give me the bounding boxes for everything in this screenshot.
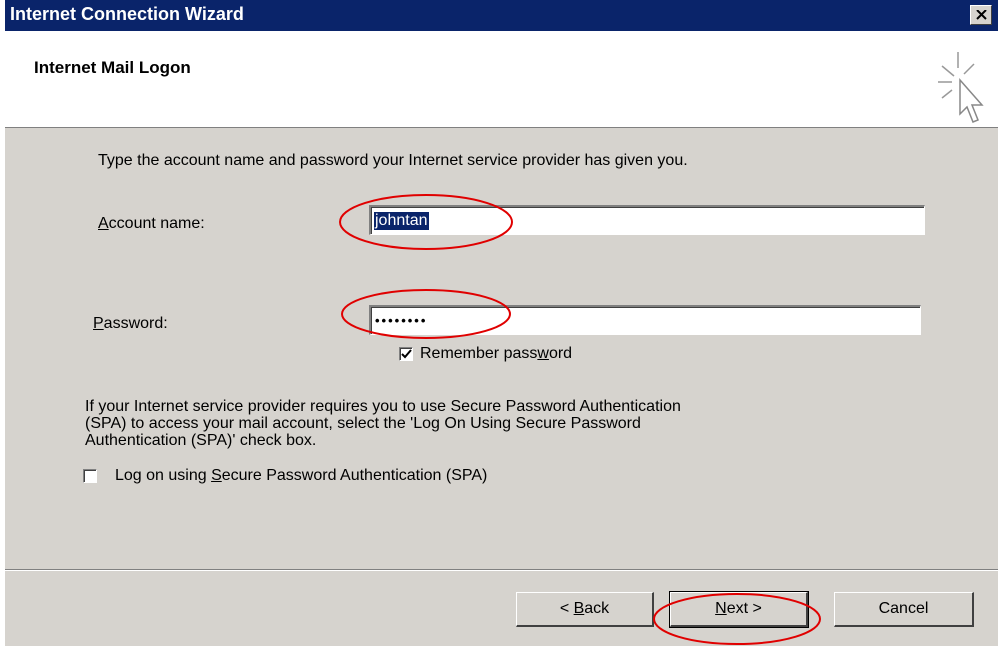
wizard-header: Internet Mail Logon — [5, 31, 998, 128]
back-button[interactable]: < Back — [516, 592, 654, 627]
cancel-button[interactable]: Cancel — [834, 592, 974, 627]
spa-info-text: If your Internet service provider requir… — [85, 398, 681, 449]
remember-password-label[interactable]: Remember password — [420, 345, 572, 363]
password-value: •••••••• — [375, 313, 428, 328]
title-bar[interactable]: Internet Connection Wizard — [5, 0, 998, 31]
intro-text: Type the account name and password your … — [98, 152, 688, 169]
wizard-cursor-icon — [938, 52, 984, 123]
password-label: Password: — [93, 315, 168, 332]
footer-divider — [5, 569, 998, 571]
close-icon — [976, 10, 987, 20]
account-name-input[interactable]: johntan — [369, 205, 925, 235]
spa-checkbox-label[interactable]: Log on using Secure Password Authenticat… — [115, 467, 487, 485]
wizard-window: Internet Connection Wizard Internet Mail… — [5, 0, 998, 646]
window-title: Internet Connection Wizard — [10, 4, 244, 24]
account-name-label: Account name: — [98, 215, 205, 232]
checkmark-icon — [401, 349, 412, 359]
spa-checkbox[interactable] — [83, 469, 97, 483]
next-button[interactable]: Next > — [669, 591, 809, 628]
account-name-value: johntan — [374, 212, 429, 230]
page-title: Internet Mail Logon — [34, 58, 191, 77]
close-button[interactable] — [970, 5, 992, 25]
password-input[interactable]: •••••••• — [369, 305, 921, 335]
remember-password-checkbox[interactable] — [399, 347, 413, 361]
